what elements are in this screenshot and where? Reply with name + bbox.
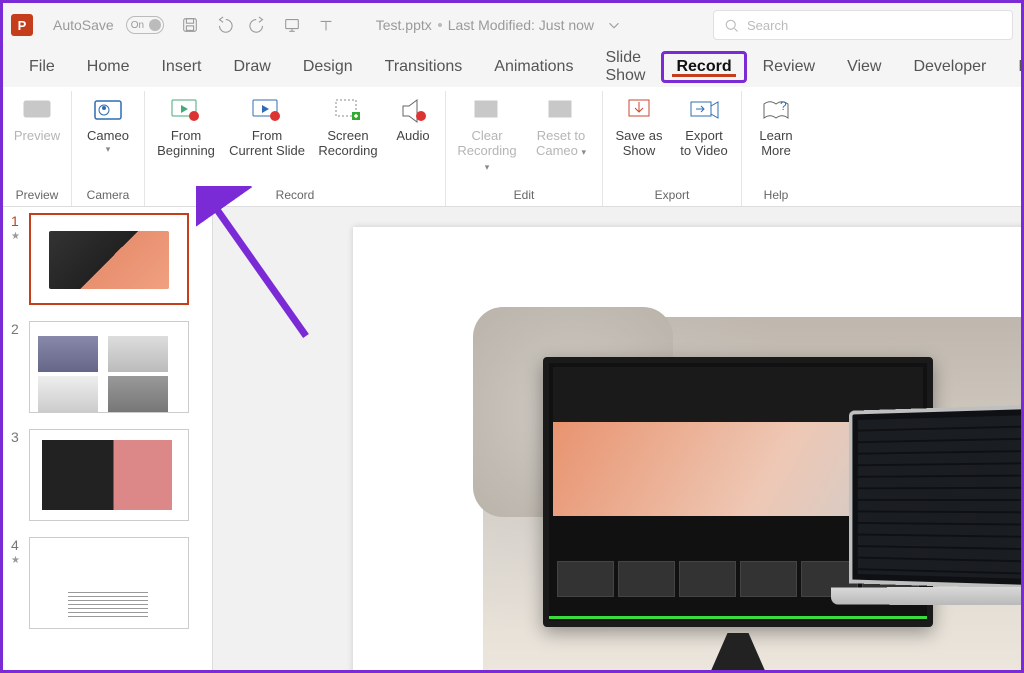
document-title: Test.pptx Last Modified: Just now: [376, 15, 628, 35]
slide-image: [483, 317, 1021, 670]
tab-developer[interactable]: Developer: [897, 52, 1002, 82]
thumbnail-2[interactable]: 2: [11, 321, 204, 413]
group-label-preview: Preview: [9, 186, 65, 206]
group-export: Save as Show Export to Video Export: [603, 91, 742, 206]
screen-recording-button[interactable]: Screen Recording: [313, 93, 383, 161]
ribbon: Preview Preview Cameo ▾ Camera From Begi: [3, 87, 1021, 207]
slide-number: 3: [11, 429, 23, 445]
group-camera: Cameo ▾ Camera: [72, 91, 145, 206]
group-help: ? Learn More Help: [742, 91, 810, 206]
autosave-toggle[interactable]: On: [126, 16, 164, 34]
screen-recording-icon: [331, 95, 365, 125]
learn-more-button[interactable]: ? Learn More: [748, 93, 804, 161]
tab-file[interactable]: File: [13, 52, 71, 82]
search-icon: [724, 18, 739, 33]
tab-home[interactable]: Home: [71, 52, 146, 82]
audio-icon: [396, 95, 430, 125]
tab-slideshow[interactable]: Slide Show: [589, 43, 661, 91]
tab-record[interactable]: Record: [661, 51, 746, 83]
qat-overflow-icon[interactable]: [316, 15, 336, 35]
tab-design[interactable]: Design: [287, 52, 369, 82]
cameo-icon: [91, 95, 125, 125]
search-input[interactable]: Search: [713, 10, 1013, 40]
group-edit: Clear Recording ▾ Reset to Cameo ▾ Edit: [446, 91, 603, 206]
from-beginning-button[interactable]: From Beginning: [151, 93, 221, 161]
cameo-button[interactable]: Cameo ▾: [78, 93, 138, 156]
modified-label: Last Modified: Just now: [448, 17, 594, 33]
thumbnail-4[interactable]: 4 ★: [11, 537, 204, 629]
thumbnail-3[interactable]: 3: [11, 429, 204, 521]
thumbnail-1[interactable]: 1 ★: [11, 213, 204, 305]
save-as-show-button[interactable]: Save as Show: [609, 93, 669, 161]
workspace: 1 ★ 2 3 4 ★: [3, 207, 1021, 670]
from-beginning-icon: [169, 95, 203, 125]
export-to-video-button[interactable]: Export to Video: [673, 93, 735, 161]
svg-text:?: ?: [780, 99, 787, 113]
clear-recording-button: Clear Recording ▾: [452, 93, 522, 176]
from-current-slide-button[interactable]: From Current Slide: [225, 93, 309, 161]
search-placeholder: Search: [747, 18, 788, 33]
reset-cameo-icon: [544, 95, 578, 125]
tab-transitions[interactable]: Transitions: [369, 52, 479, 82]
preview-button: Preview: [9, 93, 65, 146]
undo-icon[interactable]: [214, 15, 234, 35]
save-as-show-icon: [622, 95, 656, 125]
title-dropdown-icon[interactable]: [604, 15, 624, 35]
animation-star-icon: ★: [11, 555, 23, 566]
export-video-icon: [687, 95, 721, 125]
audio-button[interactable]: Audio: [387, 93, 439, 146]
animation-star-icon: ★: [11, 231, 23, 242]
slide-canvas[interactable]: [213, 207, 1021, 670]
reset-to-cameo-button: Reset to Cameo ▾: [526, 93, 596, 161]
group-label-camera: Camera: [78, 186, 138, 206]
ribbon-tabs: File Home Insert Draw Design Transitions…: [3, 47, 1021, 87]
group-record: From Beginning From Current Slide Screen…: [145, 91, 446, 206]
tab-draw[interactable]: Draw: [217, 52, 286, 82]
group-preview: Preview Preview: [3, 91, 72, 206]
slideshow-qat-icon[interactable]: [282, 15, 302, 35]
clear-recording-icon: [470, 95, 504, 125]
slide-number: 4: [11, 537, 23, 553]
group-label-edit: Edit: [452, 186, 596, 206]
filename-label: Test.pptx: [376, 17, 432, 33]
tab-insert[interactable]: Insert: [145, 52, 217, 82]
group-label-record: Record: [151, 186, 439, 206]
learn-more-icon: ?: [759, 95, 793, 125]
app-icon: P: [11, 14, 33, 36]
tab-view[interactable]: View: [831, 52, 897, 82]
tab-review[interactable]: Review: [747, 52, 831, 82]
from-current-icon: [250, 95, 284, 125]
group-label-help: Help: [748, 186, 804, 206]
slide-thumbnails: 1 ★ 2 3 4 ★: [3, 207, 213, 670]
title-bar: P AutoSave On Test.pptx Last Modified: J…: [3, 3, 1021, 47]
slide-number: 1: [11, 213, 23, 229]
preview-icon: [20, 95, 54, 125]
group-label-export: Export: [609, 186, 735, 206]
slide-number: 2: [11, 321, 23, 337]
chevron-down-icon: ▾: [106, 144, 111, 154]
tab-help[interactable]: Help: [1002, 52, 1024, 82]
current-slide[interactable]: [353, 227, 1021, 670]
save-icon[interactable]: [180, 15, 200, 35]
autosave-label: AutoSave: [53, 17, 114, 33]
tab-animations[interactable]: Animations: [478, 52, 589, 82]
redo-icon[interactable]: [248, 15, 268, 35]
